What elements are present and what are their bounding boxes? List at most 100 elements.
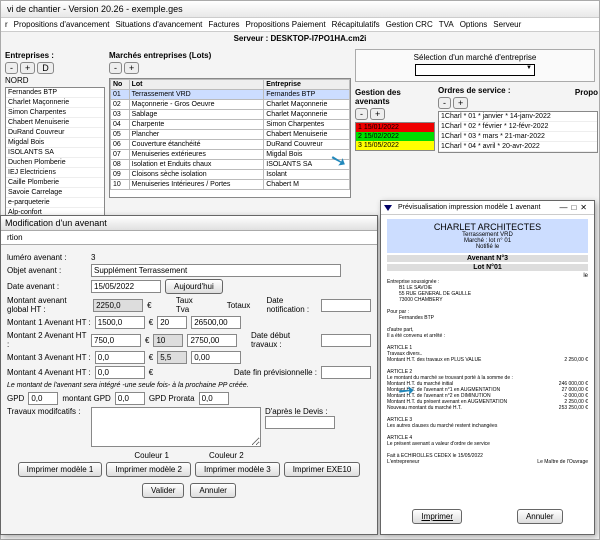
sig2: Le Maître de l'Ouvrage — [537, 459, 588, 465]
menu-item[interactable]: TVA — [439, 20, 454, 29]
menu-item[interactable]: Propositions d'avancement — [14, 20, 110, 29]
devis-input[interactable] — [265, 416, 335, 429]
table-row[interactable]: 10Menuiseries Intérieures / PortesChaber… — [111, 180, 350, 190]
annuler2-button[interactable]: Annuler — [517, 509, 563, 524]
list-item[interactable]: Charlet Maçonnerie — [6, 98, 104, 108]
list-item[interactable]: IEJ Electriciens — [6, 168, 104, 178]
ordre-item[interactable]: 1Charl * 04 * avril * 20-avr-2022 — [439, 142, 597, 152]
table-row[interactable]: 03SablageCharlet Maçonnerie — [111, 110, 350, 120]
list-item[interactable]: Savoie Carrelage — [6, 188, 104, 198]
table-row[interactable]: 05PlancherChabert Menuiserie — [111, 130, 350, 140]
annuler-button[interactable]: Annuler — [190, 483, 236, 498]
menu-item[interactable]: Serveur — [493, 20, 521, 29]
ordre-item[interactable]: 1Charl * 02 * février * 12-févr-2022 — [439, 122, 597, 132]
avenants-list[interactable]: 1 15/01/20222 15/02/20223 15/05/2022 — [355, 122, 435, 151]
mgpd-input[interactable] — [115, 392, 145, 405]
list-item[interactable]: Caille Plomberie — [6, 178, 104, 188]
lot-minus-button[interactable]: - — [109, 62, 122, 74]
m1-input[interactable] — [95, 316, 145, 329]
sig1: L'entrepreneur — [387, 459, 419, 465]
t3-input[interactable] — [157, 351, 187, 364]
ent-minus-button[interactable]: - — [5, 62, 18, 74]
datenotif-input[interactable] — [321, 299, 371, 312]
ordres-list[interactable]: 1Charl * 01 * janvier * 14-janv-20221Cha… — [438, 111, 598, 153]
ent-plus-button[interactable]: + — [20, 62, 35, 74]
av-plus-button[interactable]: + — [370, 108, 385, 120]
lots-table[interactable]: No Lot Entreprise 01Terrassement VRDFern… — [109, 78, 351, 198]
m4-input[interactable] — [95, 366, 145, 379]
close-icon[interactable]: ✕ — [580, 203, 591, 212]
valider-button[interactable]: Valider — [142, 483, 184, 498]
os-minus-button[interactable]: - — [438, 97, 451, 109]
euro-4: € — [149, 353, 153, 362]
tot1-input[interactable] — [191, 316, 241, 329]
avenant-item[interactable]: 2 15/02/2022 — [356, 132, 434, 141]
date-input[interactable] — [91, 280, 161, 293]
t2-input[interactable] — [153, 334, 183, 347]
list-item[interactable]: e-parqueterie — [6, 198, 104, 208]
table-row[interactable]: 01Terrassement VRDFernandes BTP — [111, 90, 350, 100]
table-row[interactable]: 07Menuiseries extérieuresMigdal Bois — [111, 150, 350, 160]
art4txt: Le présent avenant a valeur d'ordre de s… — [387, 441, 588, 447]
ordre-item[interactable]: 1Charl * 01 * janvier * 14-janv-2022 — [439, 112, 597, 122]
list-item[interactable]: Fernandes BTP — [6, 88, 104, 98]
menu-item[interactable]: Propositions Paiement — [246, 20, 326, 29]
imprimer-button[interactable]: Imprimer — [412, 509, 462, 524]
col-ent: Entreprise — [264, 80, 350, 90]
av-minus-button[interactable]: - — [355, 108, 368, 120]
menu-item[interactable]: Récapitulatifs — [332, 20, 380, 29]
tot3-input[interactable] — [191, 351, 241, 364]
datefin-label: Date fin prévisionnelle : — [234, 368, 317, 377]
propo-label: Propo — [575, 88, 598, 97]
imprimer-modele2-button[interactable]: Imprimer modèle 2 — [106, 462, 191, 477]
ent-d-button[interactable]: D — [37, 62, 54, 74]
nord-label: NORD — [5, 76, 105, 85]
table-row[interactable]: 09Cloisons sèche isolationIsolant — [111, 170, 350, 180]
datefin-input[interactable] — [321, 366, 371, 379]
menu-item[interactable]: Situations d'avancement — [115, 20, 202, 29]
tot2-input[interactable] — [187, 334, 237, 347]
num-label: luméro avenant : — [7, 253, 87, 262]
avenant-item[interactable]: 1 15/01/2022 — [356, 123, 434, 132]
travaux-textarea[interactable] — [91, 407, 261, 447]
ordre-item[interactable]: 1Charl * 03 * mars * 21-mar-2022 — [439, 132, 597, 142]
aujourd-hui-button[interactable]: Aujourd'hui — [165, 279, 223, 294]
num-value: 3 — [91, 253, 95, 262]
maximize-icon[interactable]: □ — [571, 203, 580, 212]
datedeb-input[interactable] — [321, 334, 371, 347]
list-item[interactable]: Chabert Menuiserie — [6, 118, 104, 128]
gpdp-input[interactable] — [199, 392, 229, 405]
euro-3: € — [145, 336, 149, 345]
mtglob-input[interactable] — [93, 299, 143, 312]
col-no: No — [111, 80, 130, 90]
table-row[interactable]: 02Maçonnerie - Gros OeuvreCharlet Maçonn… — [111, 100, 350, 110]
list-item[interactable]: DuRand Couvreur — [6, 128, 104, 138]
menu-item[interactable]: r — [5, 20, 8, 29]
imprimer-exe10-button[interactable]: Imprimer EXE10 — [284, 462, 361, 477]
m3-input[interactable] — [95, 351, 145, 364]
preview-dialog: Prévisualisation impression modèle 1 ave… — [380, 200, 595, 535]
menu-item[interactable]: Gestion CRC — [386, 20, 433, 29]
gpd-input[interactable] — [28, 392, 58, 405]
list-item[interactable]: Simon Charpentes — [6, 108, 104, 118]
t1-input[interactable] — [157, 316, 187, 329]
marche-combo[interactable] — [415, 64, 535, 76]
imprimer-modele3-button[interactable]: Imprimer modèle 3 — [195, 462, 280, 477]
avenants-label: Gestion des avenants — [355, 88, 435, 106]
table-row[interactable]: 08Isolation et Enduits chauxISOLANTS SA — [111, 160, 350, 170]
minimize-icon[interactable]: — — [559, 203, 571, 212]
menu-item[interactable]: Factures — [208, 20, 239, 29]
dlg1-tab[interactable]: rtion — [1, 231, 377, 245]
table-row[interactable]: 06Couverture étanchéitéDuRand Couvreur — [111, 140, 350, 150]
os-plus-button[interactable]: + — [453, 97, 468, 109]
m2-input[interactable] — [91, 334, 141, 347]
table-row[interactable]: 04CharpenteSimon Charpentes — [111, 120, 350, 130]
avenant-item[interactable]: 3 15/05/2022 — [356, 141, 434, 150]
list-item[interactable]: Duchen Plomberie — [6, 158, 104, 168]
menu-item[interactable]: Options — [460, 20, 488, 29]
lot-plus-button[interactable]: + — [124, 62, 139, 74]
list-item[interactable]: Migdal Bois — [6, 138, 104, 148]
imprimer-modele1-button[interactable]: Imprimer modèle 1 — [18, 462, 103, 477]
objet-input[interactable] — [91, 264, 341, 277]
list-item[interactable]: ISOLANTS SA — [6, 148, 104, 158]
